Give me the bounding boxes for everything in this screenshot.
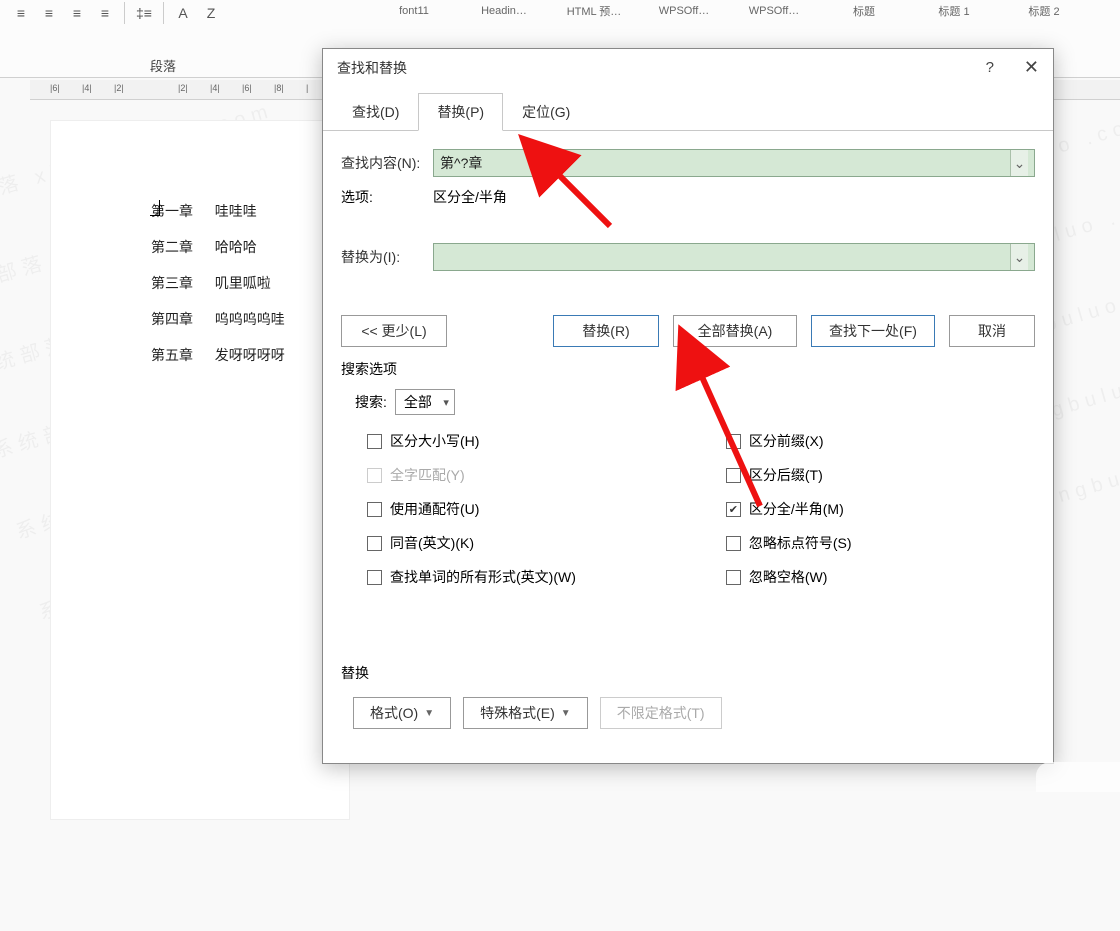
align-right-icon[interactable]: ≡ — [66, 2, 88, 24]
dialog-tabs: 查找(D) 替换(P) 定位(G) — [323, 87, 1053, 131]
style-heading2[interactable]: 标题 2 — [1000, 0, 1088, 30]
style-heading1[interactable]: 标题 1 — [910, 0, 998, 30]
doc-line: 第一章 哇哇哇 — [151, 201, 329, 221]
search-options-label: 搜索选项 — [341, 359, 1035, 379]
replace-input[interactable]: ⌄ — [433, 243, 1035, 271]
doc-line: 第四章 呜呜呜呜哇 — [151, 309, 329, 329]
less-button[interactable]: << 更少(L) — [341, 315, 447, 347]
line-spacing-icon[interactable]: ‡≡ — [133, 2, 155, 24]
document-page: 第一章 哇哇哇 第二章 哈哈哈 第三章 叽里呱啦 第四章 呜呜呜呜哇 第五章 发… — [50, 120, 350, 820]
tab-replace[interactable]: 替换(P) — [418, 93, 503, 131]
format-button[interactable]: 格式(O)▼ — [353, 697, 451, 729]
style-gallery[interactable]: font11 Headin… HTML 预… WPSOff… WPSOff… 标… — [370, 0, 1088, 30]
special-format-button[interactable]: 特殊格式(E)▼ — [463, 697, 588, 729]
style-wps2[interactable]: WPSOff… — [730, 0, 818, 30]
paragraph-group: ≡ ≡ ≡ ≡ ‡≡ A Z — [10, 2, 222, 24]
find-replace-dialog: 查找和替换 ? ✕ 查找(D) 替换(P) 定位(G) 查找内容(N): 第^?… — [322, 48, 1054, 764]
align-left-icon[interactable]: ≡ — [10, 2, 32, 24]
separator — [163, 2, 164, 24]
style-heading[interactable]: Headin… — [460, 0, 548, 30]
replace-button[interactable]: 替换(R) — [553, 315, 659, 347]
doc-line: 第五章 发呀呀呀呀 — [151, 345, 329, 365]
options-value: 区分全/半角 — [433, 187, 507, 207]
doc-line: 第三章 叽里呱啦 — [151, 273, 329, 293]
tab-goto[interactable]: 定位(G) — [503, 93, 589, 131]
check-suffix[interactable]: 区分后缀(T) — [726, 465, 852, 485]
find-next-button[interactable]: 查找下一处(F) — [811, 315, 935, 347]
chevron-down-icon[interactable]: ⌄ — [1010, 150, 1028, 176]
options-label: 选项: — [341, 187, 433, 207]
doc-line: 第二章 哈哈哈 — [151, 237, 329, 257]
help-icon[interactable]: ? — [986, 59, 994, 76]
close-icon[interactable]: ✕ — [1024, 57, 1039, 78]
chevron-down-icon[interactable]: ⌄ — [1010, 244, 1028, 270]
dialog-title: 查找和替换 — [337, 58, 407, 78]
no-format-button: 不限定格式(T) — [600, 697, 722, 729]
align-justify-icon[interactable]: ≡ — [94, 2, 116, 24]
chevron-down-icon: ▼ — [424, 708, 434, 719]
cancel-button[interactable]: 取消 — [949, 315, 1035, 347]
check-ignore-punct[interactable]: 忽略标点符号(S) — [726, 533, 852, 553]
tab-find[interactable]: 查找(D) — [333, 93, 418, 131]
find-label: 查找内容(N): — [341, 153, 433, 173]
style-title[interactable]: 标题 — [820, 0, 908, 30]
search-dir-label: 搜索: — [355, 392, 387, 412]
text-cursor-mark — [150, 200, 160, 216]
replace-section-label: 替换 — [341, 663, 1035, 683]
style-html[interactable]: HTML 预… — [550, 0, 638, 30]
check-prefix[interactable]: 区分前缀(X) — [726, 431, 852, 451]
check-whole-word: 全字匹配(Y) — [367, 465, 576, 485]
paragraph-label: 段落 — [150, 56, 176, 75]
check-sounds-like[interactable]: 同音(英文)(K) — [367, 533, 576, 553]
chevron-down-icon: ▼ — [561, 708, 571, 719]
check-ignore-space[interactable]: 忽略空格(W) — [726, 567, 852, 587]
replace-all-button[interactable]: 全部替换(A) — [673, 315, 797, 347]
watermark-badge — [1036, 762, 1120, 792]
style-font11[interactable]: font11 — [370, 0, 458, 30]
check-wildcards[interactable]: 使用通配符(U) — [367, 499, 576, 519]
sort-icon-z[interactable]: Z — [200, 2, 222, 24]
sort-icon-a[interactable]: A — [172, 2, 194, 24]
check-match-case[interactable]: 区分大小写(H) — [367, 431, 576, 451]
separator — [124, 2, 125, 24]
style-wps1[interactable]: WPSOff… — [640, 0, 728, 30]
check-col-left: 区分大小写(H) 全字匹配(Y) 使用通配符(U) 同音(英文)(K) 查找单词… — [367, 431, 576, 587]
check-col-right: 区分前缀(X) 区分后缀(T) ✔区分全/半角(M) 忽略标点符号(S) 忽略空… — [726, 431, 852, 587]
dialog-titlebar[interactable]: 查找和替换 ? ✕ — [323, 49, 1053, 87]
find-input[interactable]: 第^?章 ⌄ — [433, 149, 1035, 177]
replace-label: 替换为(I): — [341, 247, 433, 267]
search-scope-select[interactable]: 全部 — [395, 389, 455, 415]
align-center-icon[interactable]: ≡ — [38, 2, 60, 24]
check-fullhalf[interactable]: ✔区分全/半角(M) — [726, 499, 852, 519]
check-word-forms[interactable]: 查找单词的所有形式(英文)(W) — [367, 567, 576, 587]
